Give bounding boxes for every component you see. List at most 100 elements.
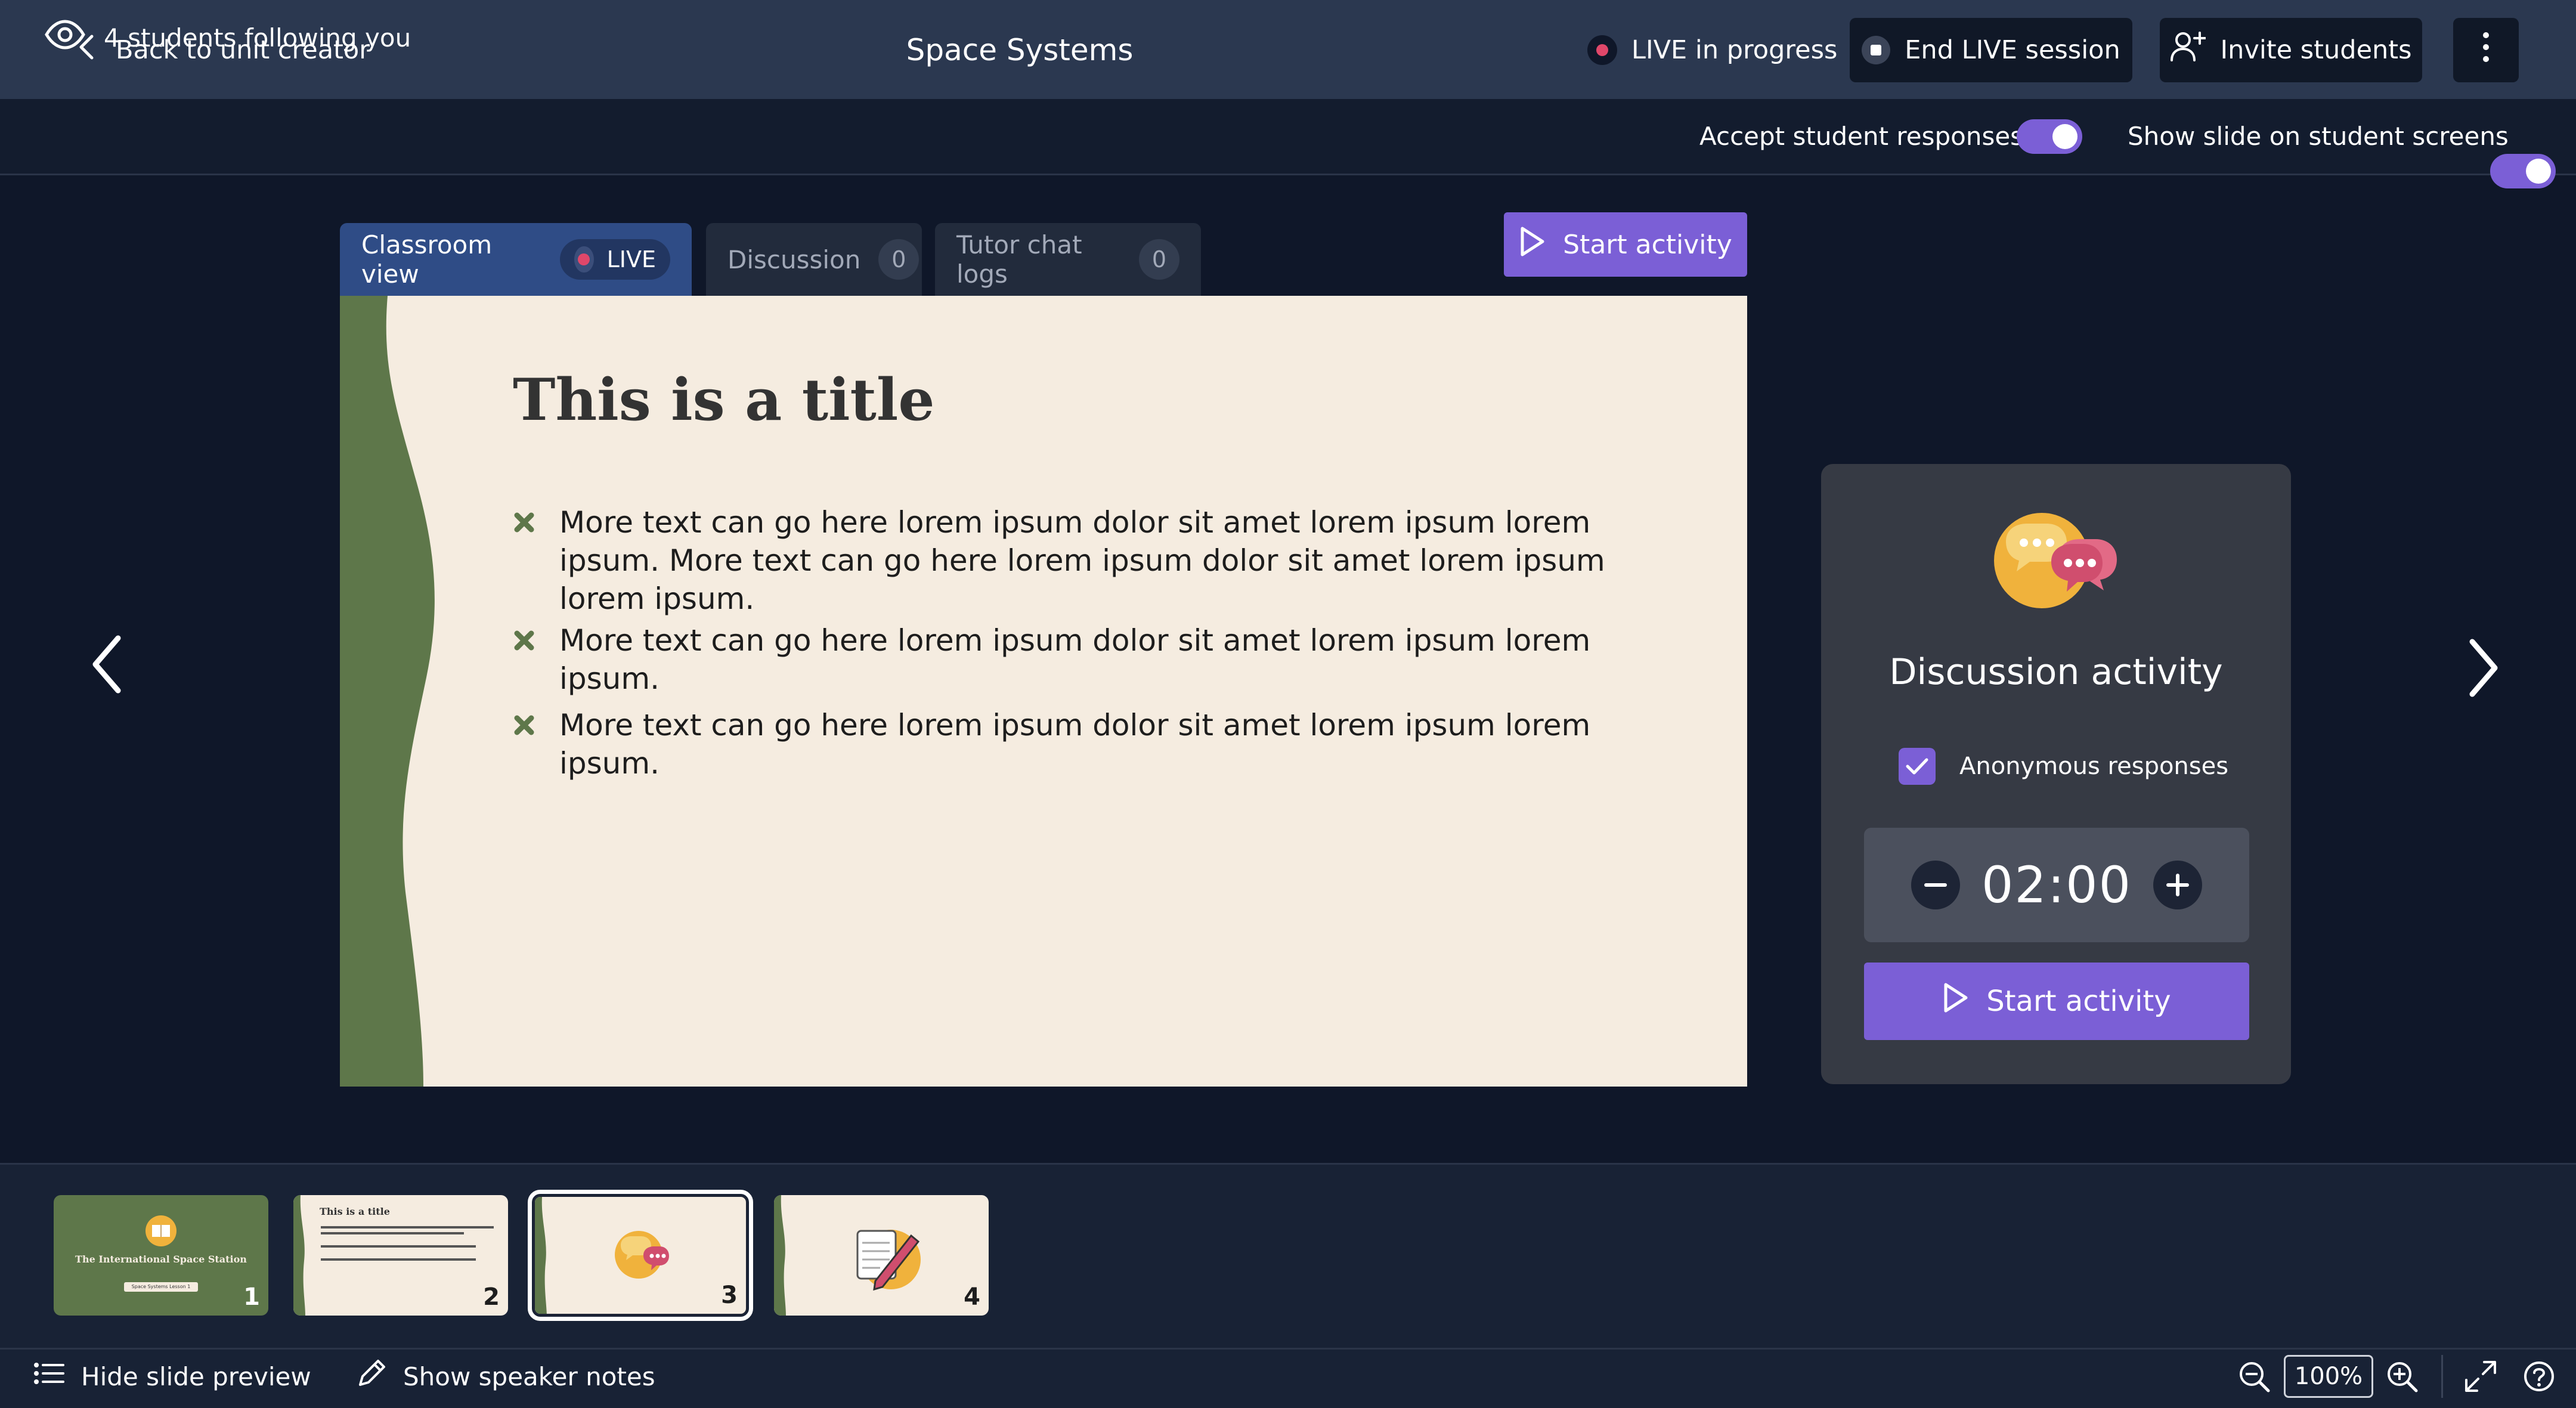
zoom-in-icon bbox=[2385, 1362, 2419, 1395]
anonymous-responses-option[interactable]: Anonymous responses bbox=[1899, 747, 2228, 786]
live-status: LIVE in progress bbox=[1587, 31, 1837, 69]
chevron-left-icon bbox=[89, 635, 125, 697]
chevron-right-icon bbox=[2465, 639, 2501, 700]
thumbnail-subtitle: Space Systems Lesson 1 bbox=[124, 1282, 198, 1292]
thumbnail-number: 2 bbox=[483, 1283, 500, 1311]
speech-bubbles-icon bbox=[615, 1231, 669, 1279]
book-icon bbox=[145, 1215, 177, 1246]
accept-responses-toggle[interactable] bbox=[2017, 119, 2082, 154]
zoom-level[interactable]: 100% bbox=[2284, 1355, 2373, 1398]
slide-canvas: This is a title More text can go here lo… bbox=[340, 296, 1747, 1087]
help-icon bbox=[2522, 1361, 2556, 1395]
slide-bullet: More text can go here lorem ipsum dolor … bbox=[513, 621, 1676, 698]
tab-label: Classroom view bbox=[361, 230, 493, 289]
check-icon bbox=[1906, 758, 1928, 775]
panel-start-activity-label: Start activity bbox=[1986, 985, 2171, 1018]
cross-bullet-icon bbox=[513, 621, 537, 660]
followers-label: 4 students following you bbox=[104, 23, 411, 52]
slide-thumbnail-1[interactable]: The International Space Station Space Sy… bbox=[54, 1195, 268, 1316]
slide-bullet: More text can go here lorem ipsum dolor … bbox=[513, 706, 1676, 782]
eye-icon bbox=[44, 20, 86, 55]
panel-title: Discussion activity bbox=[1889, 651, 2223, 693]
slide-bullet: More text can go here lorem ipsum dolor … bbox=[513, 503, 1676, 618]
expand-icon bbox=[2464, 1361, 2497, 1395]
hide-slide-preview-button[interactable]: Hide slide preview bbox=[33, 1357, 311, 1395]
toolbar-divider bbox=[2441, 1355, 2443, 1398]
thumbnail-text-line bbox=[321, 1226, 494, 1228]
end-live-session-button[interactable]: End LIVE session bbox=[1850, 18, 2132, 82]
panel-start-activity-button[interactable]: Start activity bbox=[1864, 963, 2249, 1040]
cross-bullet-icon bbox=[513, 706, 537, 744]
bullet-text: More text can go here lorem ipsum dolor … bbox=[559, 623, 1591, 696]
show-slide-toggle[interactable] bbox=[2490, 154, 2556, 188]
anonymous-responses-checkbox[interactable] bbox=[1899, 748, 1936, 785]
more-options-button[interactable] bbox=[2453, 18, 2519, 82]
help-button[interactable] bbox=[2522, 1360, 2556, 1395]
end-live-session-label: End LIVE session bbox=[1905, 35, 2120, 65]
cross-bullet-icon bbox=[513, 503, 537, 541]
tab-label: Discussion bbox=[727, 245, 861, 274]
slide-thumbnail-2[interactable]: This is a title 2 bbox=[293, 1195, 508, 1316]
thumbnail-title: This is a title bbox=[320, 1206, 390, 1217]
bullet-text: More text can go here lorem ipsum dolor … bbox=[559, 505, 1605, 616]
play-icon bbox=[1942, 982, 1968, 1020]
fullscreen-button[interactable] bbox=[2464, 1360, 2497, 1395]
invite-students-label: Invite students bbox=[2220, 35, 2412, 65]
live-dot-icon bbox=[1587, 35, 1617, 65]
thumbnail-text-line bbox=[321, 1232, 464, 1234]
hide-slide-preview-label: Hide slide preview bbox=[81, 1361, 311, 1391]
thumbnail-text-line bbox=[321, 1245, 476, 1248]
notebook-pencil-icon bbox=[856, 1230, 921, 1291]
zoom-in-button[interactable] bbox=[2385, 1360, 2419, 1395]
next-slide-button[interactable] bbox=[2465, 638, 2501, 700]
slide-thumbnail-3[interactable]: 3 bbox=[528, 1190, 753, 1321]
show-slide-label: Show slide on student screens bbox=[2128, 122, 2509, 151]
thumbnail-number: 1 bbox=[243, 1283, 260, 1311]
add-user-icon bbox=[2170, 30, 2207, 70]
pencil-icon bbox=[357, 1359, 386, 1394]
tab-discussion[interactable]: Discussion 0 bbox=[706, 223, 922, 296]
show-speaker-notes-label: Show speaker notes bbox=[403, 1361, 655, 1391]
start-activity-button[interactable]: Start activity bbox=[1504, 212, 1747, 277]
thumbnail-number: 3 bbox=[721, 1282, 738, 1309]
play-icon bbox=[1519, 226, 1545, 264]
decrease-time-button[interactable] bbox=[1911, 861, 1960, 909]
tab-classroom-view[interactable]: Classroom view LIVE bbox=[340, 223, 692, 296]
plus-icon bbox=[2166, 874, 2190, 896]
zoom-out-icon bbox=[2237, 1362, 2271, 1395]
timer-stepper: 02:00 bbox=[1864, 828, 2249, 942]
live-dot-icon bbox=[574, 246, 594, 273]
thumbnail-wave bbox=[293, 1195, 305, 1316]
slide-green-wave bbox=[340, 296, 435, 1087]
count-badge: 0 bbox=[1139, 239, 1179, 280]
stop-icon bbox=[1862, 36, 1891, 64]
invite-students-button[interactable]: Invite students bbox=[2160, 18, 2422, 82]
zoom-out-button[interactable] bbox=[2237, 1360, 2271, 1395]
previous-slide-button[interactable] bbox=[89, 635, 125, 697]
followers-indicator: 4 students following you bbox=[44, 18, 411, 57]
live-status-label: LIVE in progress bbox=[1631, 35, 1838, 65]
bullet-text: More text can go here lorem ipsum dolor … bbox=[559, 708, 1591, 781]
start-activity-label: Start activity bbox=[1563, 229, 1732, 260]
minus-icon bbox=[1924, 883, 1947, 887]
increase-time-button[interactable] bbox=[2153, 861, 2203, 909]
thumbnail-wave bbox=[535, 1197, 547, 1314]
tab-tutor-chat-logs[interactable]: Tutor chat logs 0 bbox=[935, 223, 1201, 296]
anonymous-responses-label: Anonymous responses bbox=[1959, 753, 2229, 780]
tab-label: Tutor chat logs bbox=[956, 230, 1082, 289]
slide-title: This is a title bbox=[513, 366, 935, 434]
speech-bubbles-icon bbox=[1994, 513, 2117, 608]
slide-thumbnail-4[interactable]: 4 bbox=[774, 1195, 989, 1316]
more-vertical-icon bbox=[2481, 30, 2491, 70]
list-icon bbox=[33, 1361, 64, 1391]
show-speaker-notes-button[interactable]: Show speaker notes bbox=[357, 1357, 655, 1395]
live-badge: LIVE bbox=[560, 239, 670, 280]
thumbnail-wave bbox=[774, 1195, 786, 1316]
discussion-activity-panel: Discussion activity Anonymous responses … bbox=[1821, 464, 2291, 1084]
thumbnail-title: The International Space Station bbox=[75, 1254, 247, 1265]
accept-responses-label: Accept student responses bbox=[1699, 122, 2024, 151]
thumbnail-text-line bbox=[321, 1258, 476, 1261]
live-badge-label: LIVE bbox=[606, 246, 656, 273]
count-badge: 0 bbox=[878, 239, 919, 280]
timer-value: 02:00 bbox=[1981, 856, 2132, 914]
